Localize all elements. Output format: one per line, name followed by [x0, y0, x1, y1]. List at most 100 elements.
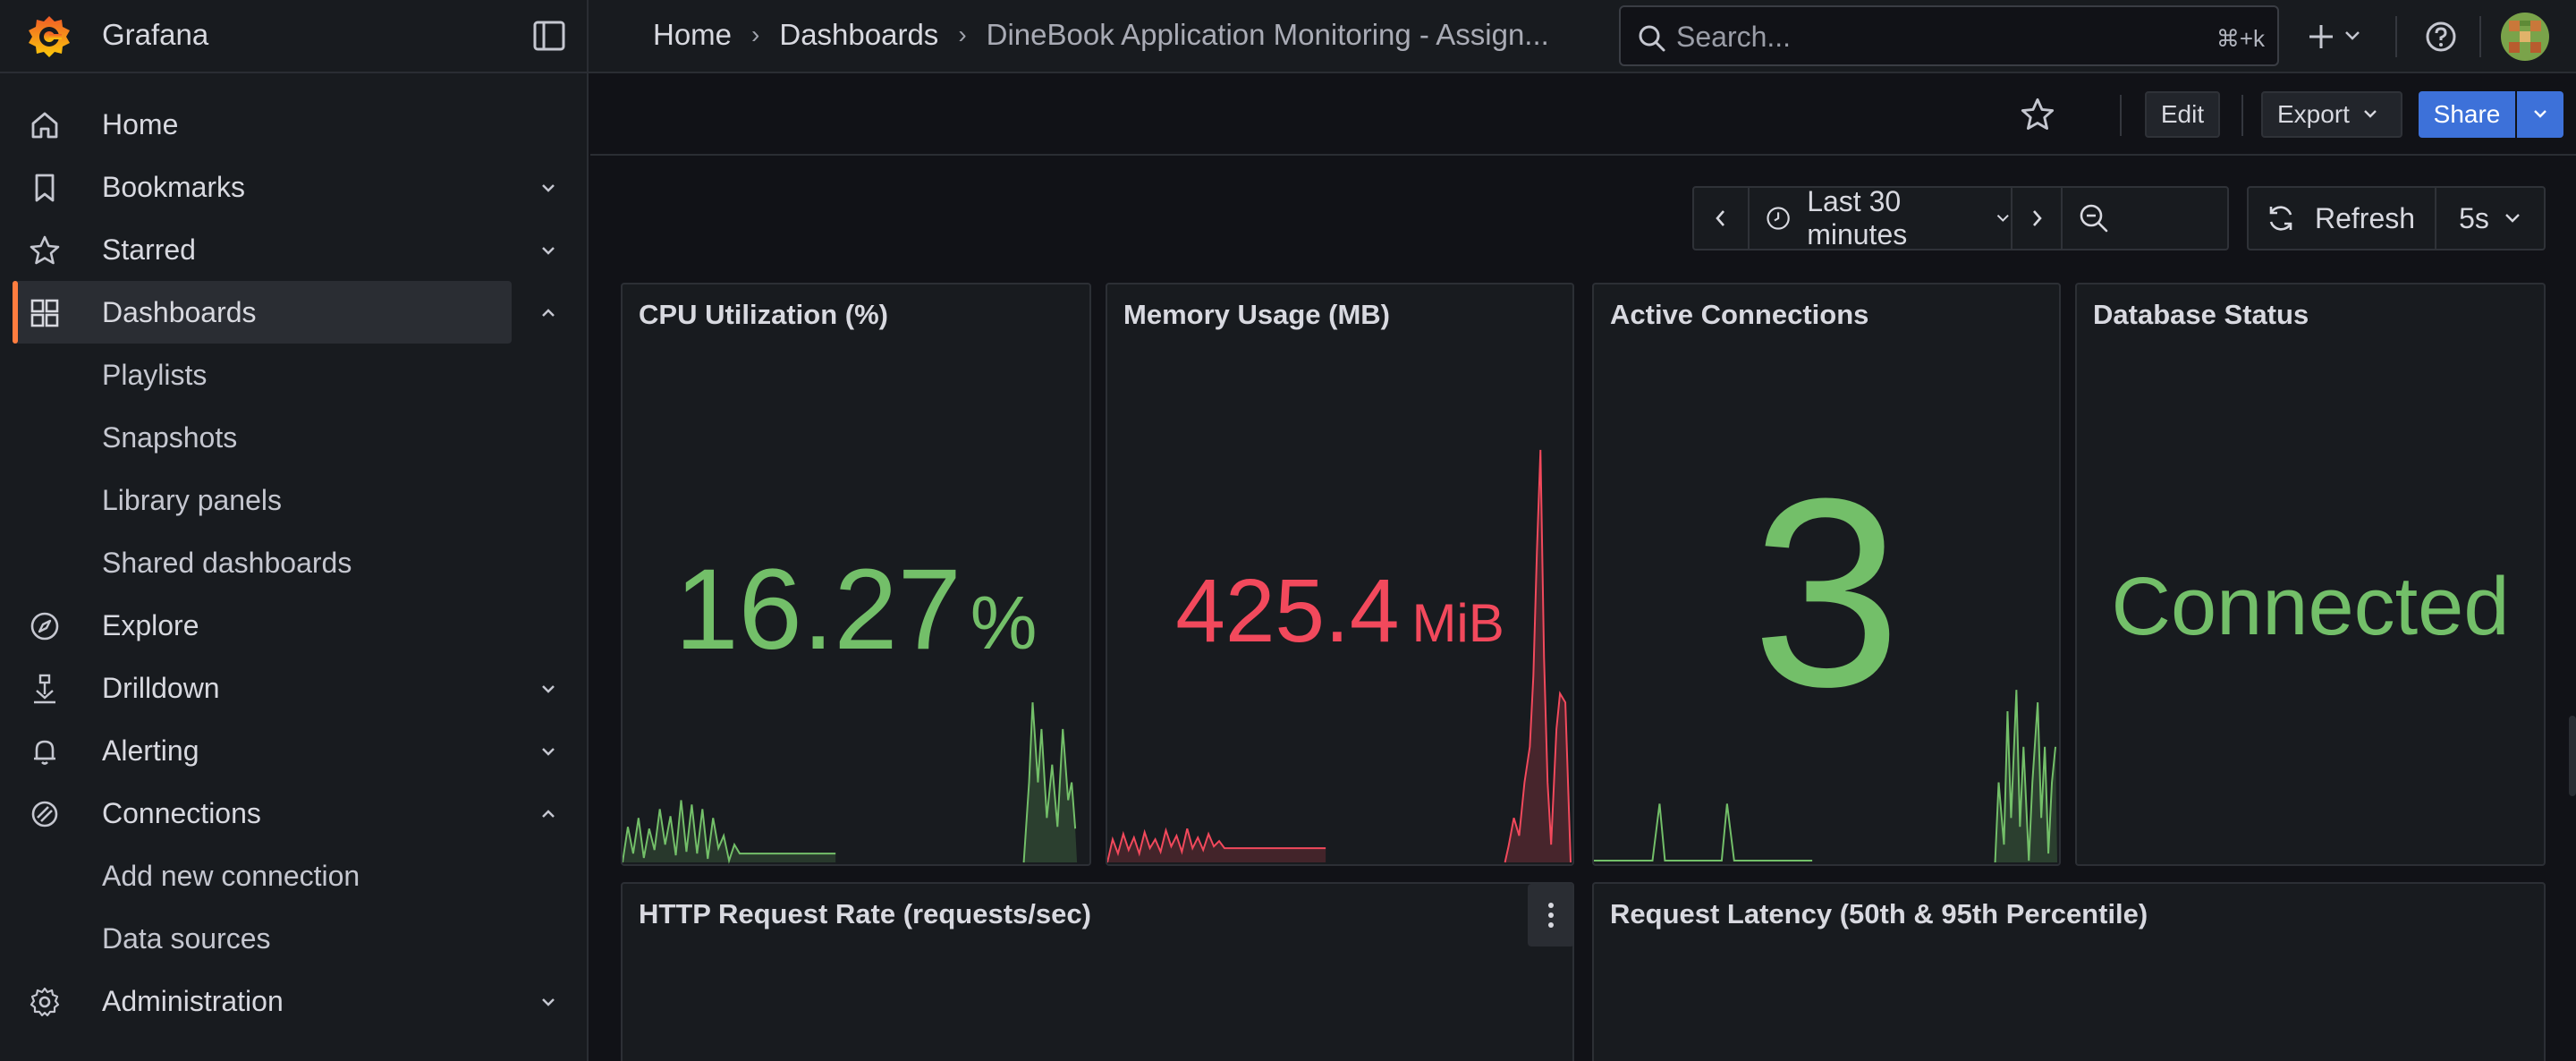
sidebar-item-library-panels[interactable]: Library panels — [0, 469, 589, 531]
memory-value: 425.4 — [1175, 561, 1400, 661]
chevron-up-icon[interactable] — [538, 303, 558, 323]
search-placeholder: Search... — [1676, 21, 1792, 53]
refresh-picker: Refresh 5s — [2247, 186, 2546, 250]
sidebar-item-label: Snapshots — [102, 421, 238, 454]
time-range-button[interactable]: Last 30 minutes — [1750, 185, 2012, 250]
sidebar-item-explore[interactable]: Explore — [0, 594, 589, 657]
breadcrumb-dashboards[interactable]: Dashboards — [779, 18, 938, 52]
panel-title: Request Latency (50th & 95th Percentile) — [1610, 898, 2148, 929]
refresh-button[interactable]: Refresh — [2249, 188, 2436, 249]
chevron-down-icon[interactable] — [538, 992, 558, 1012]
export-button[interactable]: Export — [2261, 91, 2402, 138]
sidebar-item-starred[interactable]: Starred — [0, 218, 589, 281]
dashboards-icon — [30, 299, 59, 327]
connections-value: 3 — [1751, 442, 1902, 743]
zoom-out-icon — [2080, 204, 2108, 233]
refresh-interval-button[interactable]: 5s — [2436, 188, 2544, 249]
panel-menu-button[interactable] — [1528, 884, 1572, 946]
sidebar: Home Bookmarks Starred Dashboards Playli… — [0, 73, 589, 1061]
chevron-up-icon[interactable] — [538, 804, 558, 824]
search-input[interactable]: Search... ⌘+k — [1619, 5, 2279, 66]
stat-value: 425.4 MiB — [1107, 560, 1572, 663]
sidebar-item-label: Bookmarks — [102, 171, 246, 203]
scrollbar-thumb[interactable] — [2569, 716, 2576, 796]
panel-memory-usage[interactable]: Memory Usage (MB) 425.4 MiB — [1106, 283, 1574, 866]
sidebar-item-data-sources[interactable]: Data sources — [0, 907, 589, 970]
time-back-button[interactable] — [1694, 188, 1750, 249]
dock-menu-icon[interactable] — [532, 20, 566, 52]
sidebar-item-label: Starred — [102, 233, 196, 266]
search-shortcut: ⌘+k — [2216, 25, 2265, 52]
plus-icon[interactable] — [2306, 21, 2336, 52]
divider — [2120, 95, 2122, 136]
db-status-value: Connected — [2111, 561, 2510, 652]
time-forward-button[interactable] — [2012, 188, 2063, 249]
chevron-right-icon: › — [751, 21, 760, 48]
grafana-logo-icon[interactable] — [25, 13, 73, 61]
breadcrumb-home[interactable]: Home — [653, 18, 732, 52]
bell-icon — [34, 740, 55, 765]
breadcrumb: Home › Dashboards › DineBook Application… — [653, 18, 1549, 52]
sidebar-item-label: Playlists — [102, 359, 208, 391]
brand-area: Grafana — [0, 0, 589, 73]
star-icon[interactable] — [2020, 97, 2055, 132]
dashboard-toolbar: Edit Export Share — [590, 75, 2576, 156]
panel-request-latency[interactable]: Request Latency (50th & 95th Percentile) — [1592, 882, 2546, 1061]
chevron-down-icon[interactable] — [538, 241, 558, 260]
chevron-down-icon[interactable] — [538, 742, 558, 761]
panel-database-status[interactable]: Database Status Connected — [2075, 283, 2546, 866]
bookmark-icon — [35, 174, 55, 202]
home-icon — [31, 112, 58, 139]
stat-value: 16.27% — [623, 544, 1089, 675]
app-name[interactable]: Grafana — [102, 18, 208, 52]
gear-icon — [30, 987, 60, 1017]
more-vertical-icon — [1548, 903, 1554, 928]
sidebar-item-administration[interactable]: Administration — [0, 970, 589, 1032]
sidebar-item-snapshots[interactable]: Snapshots — [0, 406, 589, 469]
sidebar-item-playlists[interactable]: Playlists — [0, 344, 589, 406]
chevron-down-icon[interactable] — [538, 679, 558, 699]
active-highlight — [13, 281, 512, 344]
sidebar-item-add-new-connection[interactable]: Add new connection — [0, 845, 589, 907]
zoom-out-button[interactable] — [2063, 188, 2125, 249]
sidebar-item-connections[interactable]: Connections — [0, 782, 589, 845]
user-avatar[interactable] — [2501, 13, 2549, 61]
sidebar-item-alerting[interactable]: Alerting — [0, 719, 589, 782]
sidebar-item-label: Administration — [102, 985, 284, 1017]
edit-button[interactable]: Edit — [2145, 91, 2220, 138]
chevron-down-icon — [2534, 110, 2546, 118]
memory-unit: MiB — [1411, 593, 1504, 653]
panel-http-request-rate[interactable]: HTTP Request Rate (requests/sec) — [621, 882, 1574, 1061]
chevron-down-icon — [1997, 214, 2010, 222]
sidebar-item-shared-dashboards[interactable]: Shared dashboards — [0, 531, 589, 594]
sidebar-item-dashboards[interactable]: Dashboards — [0, 281, 589, 344]
refresh-interval-label: 5s — [2459, 201, 2489, 234]
chevron-down-icon — [2364, 110, 2377, 118]
sidebar-item-bookmarks[interactable]: Bookmarks — [0, 156, 589, 218]
time-range-picker: Last 30 minutes — [1692, 185, 2229, 250]
sidebar-item-home[interactable]: Home — [0, 93, 589, 156]
top-bar: Grafana Home › Dashboards › DineBook App… — [0, 0, 2576, 73]
sidebar-item-label: Dashboards — [102, 296, 257, 328]
active-indicator — [13, 281, 18, 344]
sidebar-item-label: Shared dashboards — [102, 547, 352, 579]
share-menu-button[interactable] — [2517, 91, 2563, 138]
sidebar-item-drilldown[interactable]: Drilldown — [0, 657, 589, 719]
connections-icon — [31, 801, 58, 828]
chevron-down-icon[interactable] — [2343, 29, 2361, 43]
help-icon[interactable] — [2424, 20, 2458, 54]
panel-active-connections[interactable]: Active Connections 3 — [1592, 283, 2061, 866]
cpu-value: 16.27 — [674, 546, 962, 674]
sidebar-item-label: Explore — [102, 609, 199, 641]
chevron-down-icon — [2505, 214, 2520, 223]
compass-icon — [30, 612, 59, 641]
divider — [2395, 16, 2397, 57]
breadcrumb-current: DineBook Application Monitoring - Assign… — [986, 18, 1549, 51]
share-button[interactable]: Share — [2419, 91, 2515, 138]
chevron-right-icon — [2033, 210, 2042, 226]
chevron-down-icon[interactable] — [538, 178, 558, 198]
panel-cpu-utilization[interactable]: CPU Utilization (%) 16.27% — [621, 283, 1091, 866]
time-range-label: Last 30 minutes — [1807, 185, 1908, 250]
sidebar-item-label: Add new connection — [102, 860, 360, 892]
sidebar-item-label: Data sources — [102, 922, 271, 955]
